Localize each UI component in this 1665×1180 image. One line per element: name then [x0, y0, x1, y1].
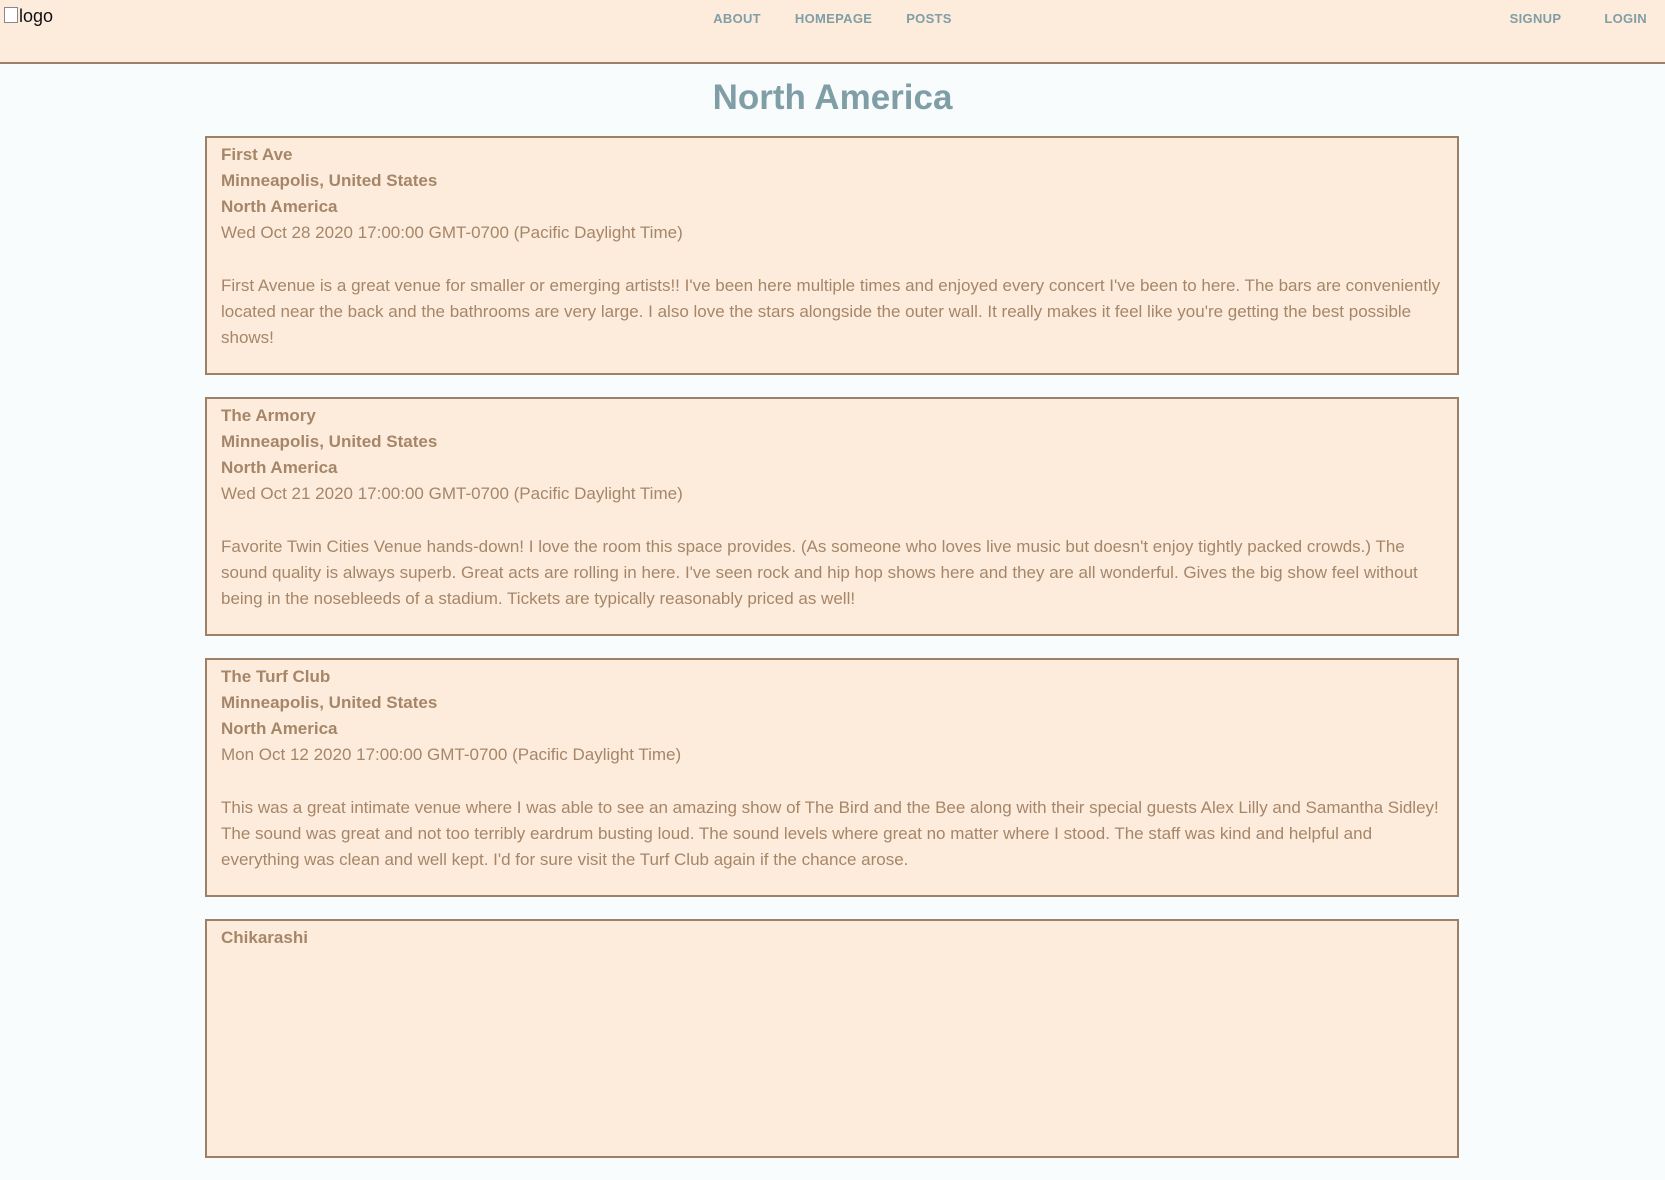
post-venue: The Turf Club — [221, 667, 331, 686]
post-city: Minneapolis, United States — [221, 693, 438, 712]
auth-nav: SIGNUP LOGIN — [1510, 11, 1647, 26]
post-city: Minneapolis, United States — [221, 432, 438, 451]
nav-link-login[interactable]: LOGIN — [1604, 11, 1647, 26]
nav-link-posts[interactable]: POSTS — [906, 11, 952, 26]
nav-link-signup[interactable]: SIGNUP — [1510, 11, 1562, 26]
post-date: Wed Oct 21 2020 17:00:00 GMT-0700 (Pacif… — [221, 484, 683, 503]
post-list: First Ave Minneapolis, United States Nor… — [205, 136, 1459, 1180]
post-body: First Avenue is a great venue for smalle… — [221, 276, 1441, 347]
post-body: This was a great intimate venue where I … — [221, 798, 1439, 869]
post-date: Mon Oct 12 2020 17:00:00 GMT-0700 (Pacif… — [221, 745, 682, 764]
top-navbar: logo ABOUT HOMEPAGE POSTS SIGNUP LOGIN — [0, 0, 1665, 64]
post-body: Favorite Twin Cities Venue hands-down! I… — [221, 537, 1418, 608]
post-venue: The Armory — [221, 406, 316, 425]
post-venue: First Ave — [221, 145, 293, 164]
post-region: North America — [221, 458, 338, 477]
post-card: The Turf Club Minneapolis, United States… — [205, 658, 1459, 897]
main-nav: ABOUT HOMEPAGE POSTS — [0, 11, 1665, 26]
page-title: North America — [712, 78, 953, 117]
post-card: Chikarashi — [205, 919, 1459, 1158]
post-region: North America — [221, 719, 338, 738]
nav-link-homepage[interactable]: HOMEPAGE — [795, 11, 872, 26]
post-region: North America — [221, 197, 338, 216]
post-date: Wed Oct 28 2020 17:00:00 GMT-0700 (Pacif… — [221, 223, 683, 242]
post-card: The Armory Minneapolis, United States No… — [205, 397, 1459, 636]
post-venue: Chikarashi — [221, 928, 308, 947]
post-city: Minneapolis, United States — [221, 171, 438, 190]
nav-link-about[interactable]: ABOUT — [713, 11, 761, 26]
post-card: First Ave Minneapolis, United States Nor… — [205, 136, 1459, 375]
